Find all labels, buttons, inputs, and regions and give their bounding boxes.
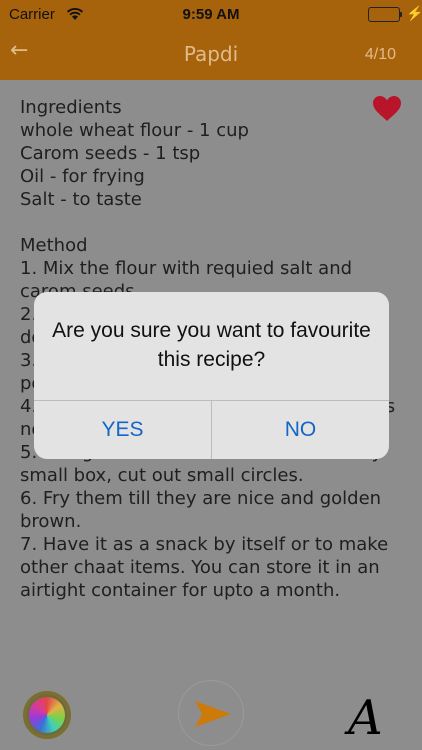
status-bar: Carrier 9:59 AM ⚡ <box>0 0 422 30</box>
font-button[interactable]: A <box>348 690 383 746</box>
color-wheel-rim <box>23 691 71 739</box>
battery-tip <box>400 12 402 17</box>
battery-icon <box>368 7 400 22</box>
page-title: Papdi <box>183 42 239 66</box>
no-button[interactable]: NO <box>212 401 389 459</box>
nav-bar: ← Papdi 4/10 <box>0 30 422 80</box>
send-button[interactable] <box>178 680 244 746</box>
status-time: 9:59 AM <box>182 6 240 23</box>
bolt-icon: ⚡ <box>406 5 422 21</box>
yes-button[interactable]: YES <box>34 401 211 459</box>
favourite-dialog: Are you sure you want to favourite this … <box>34 292 389 459</box>
dialog-message: Are you sure you want to favourite this … <box>52 319 371 371</box>
color-wheel-icon[interactable] <box>23 691 71 739</box>
recipe-counter: 4/10 <box>364 46 396 63</box>
heart-icon[interactable] <box>372 95 402 123</box>
